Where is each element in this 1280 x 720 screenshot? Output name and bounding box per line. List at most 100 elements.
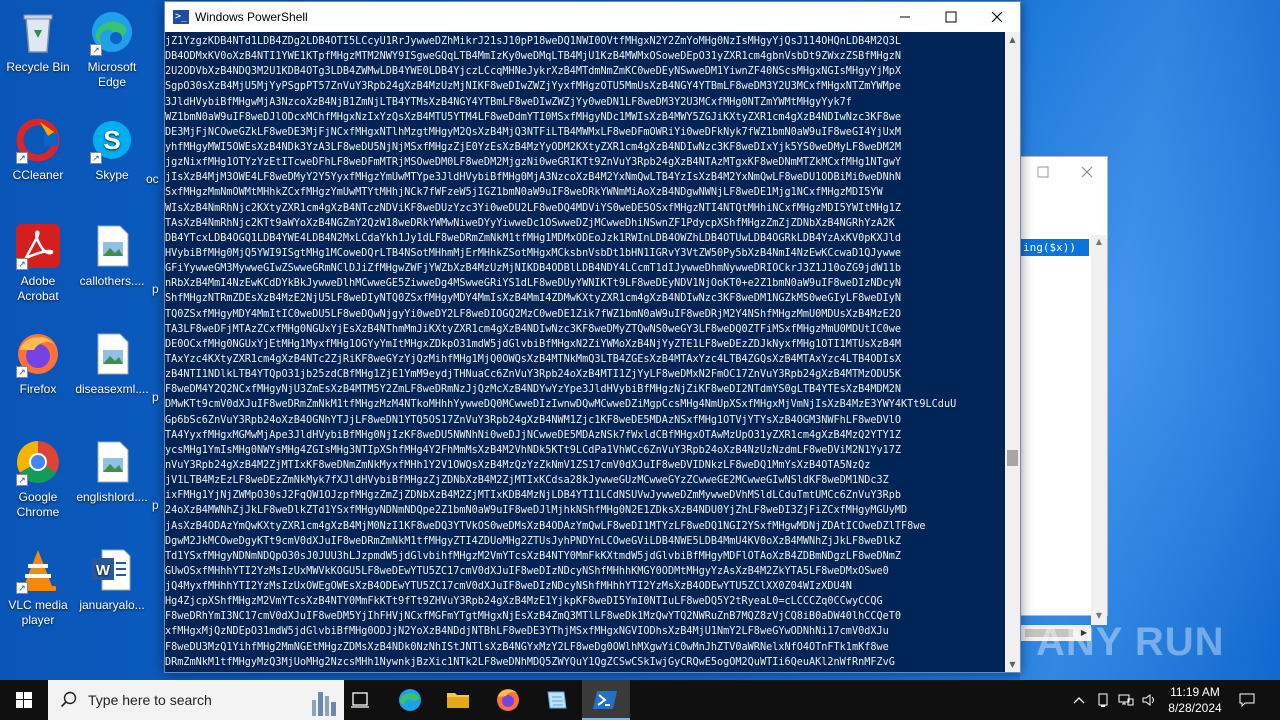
- console-line: TQ0ZSxfMHgyMDY4MmItIC0weDU5LF8weDQwNjgyY…: [165, 308, 902, 320]
- desktop-icon-label: p: [152, 498, 159, 512]
- chrome-icon: ↗: [14, 438, 62, 486]
- image-file-icon: [88, 330, 136, 378]
- image-file-icon: [88, 222, 136, 270]
- console-line: jQ4MyxfMHhhYTI2YzMsIzUxOWEgOWEsXzB4ODEwY…: [165, 581, 852, 593]
- powershell-window[interactable]: >_ Windows PowerShell jZ1YzgzKDB4NTd1LDB…: [164, 1, 1021, 673]
- powershell-icon: >_: [173, 10, 189, 24]
- maximize-button[interactable]: [928, 2, 974, 32]
- scroll-up-icon[interactable]: ▲: [1091, 235, 1107, 249]
- console-line: TA4YyxfMHgxMGMwMjApe3JldHVybiBfMHg0NjIzK…: [165, 429, 902, 441]
- shortcut-arrow-icon: ↗: [16, 582, 28, 594]
- desktop-icon-callothers[interactable]: callothers....: [74, 222, 150, 289]
- desktop-icon-partial: oc: [146, 172, 166, 187]
- volume-icon: [1142, 693, 1154, 706]
- search-placeholder: Type here to search: [88, 692, 212, 708]
- console-line: WZ1bmN0aW9uIF8weDJlODcxMChfMHgxNzIxYzQsX…: [165, 111, 902, 123]
- desktop-icon-label: p: [152, 282, 159, 296]
- maximize-button[interactable]: [1021, 157, 1065, 187]
- taskbar-notepad[interactable]: [533, 680, 581, 720]
- clock[interactable]: 11:19 AM 8/28/2024: [1158, 682, 1232, 718]
- tray-volume-button[interactable]: [1138, 680, 1160, 720]
- ccleaner-icon: ↗: [14, 116, 62, 164]
- desktop-icon-adobe-acrobat[interactable]: ↗ Adobe Acrobat: [0, 222, 76, 304]
- notifications-button[interactable]: [1232, 680, 1262, 720]
- svg-text:W: W: [96, 562, 111, 579]
- taskbar-edge[interactable]: [386, 680, 434, 720]
- tray-device-icon-button[interactable]: [1092, 680, 1114, 720]
- scroll-down-icon[interactable]: ▼: [1005, 657, 1020, 672]
- console-line: TAxYzc4KXtyZXR1cm4gXzB4NTc2ZjRiKF8weGYzY…: [165, 353, 902, 365]
- console-line: DMwKTt9cmV0dXJuIF8weDRmZmNkM1tfMHgzMzM4N…: [165, 399, 957, 411]
- console-line: jIsXzB4MjM3OWE4LF8weDMyY2Y5YyxfMHgzYmUwM…: [165, 172, 902, 184]
- console-line: DB4ODMxKV0oXzB4NTI1YWE1KTpfMHgzMTM2NWY9I…: [165, 51, 902, 63]
- desktop-icon-vlc[interactable]: ↗ VLC media player: [0, 546, 76, 628]
- edge-icon: [399, 689, 421, 711]
- notepad-icon: [547, 691, 567, 709]
- taskbar-firefox[interactable]: [484, 680, 532, 720]
- desktop-icon-recycle-bin[interactable]: Recycle Bin: [0, 8, 76, 75]
- desktop-icon-englishlord[interactable]: englishlord....: [74, 438, 150, 505]
- selected-text[interactable]: ing($x)): [1021, 239, 1089, 256]
- console-line: ycsMHg1YmIsMHg0NWYsMHg4ZGIsMHg3NTIpXShfM…: [165, 444, 902, 456]
- firefox-icon: ↗: [14, 330, 62, 378]
- close-button[interactable]: [1065, 157, 1109, 187]
- powershell-icon: [593, 691, 617, 709]
- console-line: Gp6bSc6ZnVuY3Rpb24oXzB4OGNhYTJjLF8weDN1Y…: [165, 414, 902, 426]
- anyrun-watermark: ANY RUN: [1036, 612, 1225, 672]
- minimize-button[interactable]: [882, 2, 928, 32]
- scroll-up-icon[interactable]: ▲: [1005, 32, 1020, 47]
- clock-date: 8/28/2024: [1168, 701, 1222, 715]
- taskbar: Type here to search 11:19 AM 8/28/2024: [0, 680, 1280, 720]
- console-line: DRmZmNkM1tfMHgyMzQ3MjUoMHg2NzcsMHh1Nywnk…: [165, 656, 895, 668]
- desktop-icon-diseasexml[interactable]: diseasexml....: [74, 330, 150, 397]
- taskbar-powershell[interactable]: [582, 680, 630, 720]
- background-window[interactable]: ing($x)) ▲ ▼ ▶: [1020, 156, 1109, 641]
- title-bar[interactable]: >_ Windows PowerShell: [165, 2, 1020, 32]
- console-line: SgpO30sXzB4MjU5MjYyPSgpPT57ZnVuY3Rpb24gX…: [165, 81, 902, 93]
- desktop-icon-firefox[interactable]: ↗ Firefox: [0, 330, 76, 397]
- console-line: DE3MjFjNCOweGZkLF8weDE3MjFjNCxfMHgxNTlhM…: [165, 126, 902, 138]
- windows-logo-icon: [16, 692, 32, 708]
- console-line: ShfMHgzNTRmZDEsXzB4MzE2NjU5LF8weDIyNTQ0Z…: [165, 293, 902, 305]
- shortcut-arrow-icon: ↗: [90, 44, 102, 56]
- desktop-icon-microsoft-edge[interactable]: ↗ Microsoft Edge: [74, 8, 150, 90]
- desktop-icon-label: Adobe Acrobat: [17, 274, 59, 303]
- shortcut-arrow-icon: ↗: [16, 152, 28, 164]
- desktop-icon-label: CCleaner: [12, 168, 64, 182]
- console-line: TAsXzB4NmRhNjc2KTt9aWYoXzB4NGZmY2QzW18we…: [165, 217, 895, 229]
- console-line: jgzNixfMHg1OTYzYzEtITcweDFhLF8weDFmMTRjM…: [165, 157, 902, 169]
- console-line: 3JldHVybiBfMHgwMjA3NzcoXzB4NjB1ZmNjLTB4Y…: [165, 96, 852, 108]
- search-box[interactable]: Type here to search: [48, 680, 344, 720]
- taskbar-file-explorer[interactable]: [434, 680, 482, 720]
- shortcut-arrow-icon: ↗: [16, 366, 28, 378]
- desktop-icon-ccleaner[interactable]: ↗ CCleaner: [0, 116, 76, 183]
- desktop-icon-label: englishlord....: [76, 490, 148, 504]
- desktop-icon-januaryalo[interactable]: W januaryalo...: [74, 546, 150, 613]
- background-window-content: ing($x)) ▲ ▼ ▶: [1021, 187, 1107, 641]
- vertical-scrollbar[interactable]: ▲ ▼: [1091, 235, 1107, 625]
- recycle-bin-icon: [14, 8, 62, 56]
- tray-network-button[interactable]: [1114, 680, 1138, 720]
- close-button[interactable]: [974, 2, 1020, 32]
- search-icon: [60, 691, 77, 708]
- console-output[interactable]: jZ1YzgzKDB4NTd1LDB4ZDg2LDB4OTI5LCcyU1RrJ…: [165, 32, 1005, 672]
- window-title: Windows PowerShell: [195, 10, 308, 24]
- desktop-icon-skype[interactable]: S ↗ Skype: [74, 116, 150, 183]
- word-doc-icon: W: [88, 546, 136, 594]
- notification-icon: [1239, 693, 1255, 707]
- tray-overflow-button[interactable]: [1068, 680, 1090, 720]
- scroll-thumb[interactable]: [1007, 450, 1018, 466]
- console-line: TA3LF8weDFjMTAzZCxfMHg0NGUxYjEsXzB4NThmM…: [165, 323, 902, 335]
- edge-icon: ↗: [88, 8, 136, 56]
- task-view-button[interactable]: [336, 680, 384, 720]
- console-line: 24oXzB4MWNhZjJkLF8weDlkZTd1YSxfMHgyNDNmN…: [165, 505, 908, 517]
- console-line: DgwM2JkMCOweDgyKTt9cmV0dXJuIF8weDRmZmNkM…: [165, 535, 902, 547]
- console-line: jV1LTB4MzEzLF8weDEzZmNkMyk7fXJldHVybiBfM…: [165, 475, 889, 487]
- vertical-scrollbar[interactable]: ▲ ▼: [1005, 32, 1020, 672]
- shortcut-arrow-icon: ↗: [90, 152, 102, 164]
- shortcut-arrow-icon: ↗: [16, 474, 28, 486]
- start-button[interactable]: [0, 680, 48, 720]
- desktop-icon-google-chrome[interactable]: ↗ Google Chrome: [0, 438, 76, 520]
- console-line: DE0OCxfMHg0NGUxYjEtMHg1MyxfMHg1OGYyYmItM…: [165, 338, 902, 350]
- close-icon: [991, 11, 1003, 23]
